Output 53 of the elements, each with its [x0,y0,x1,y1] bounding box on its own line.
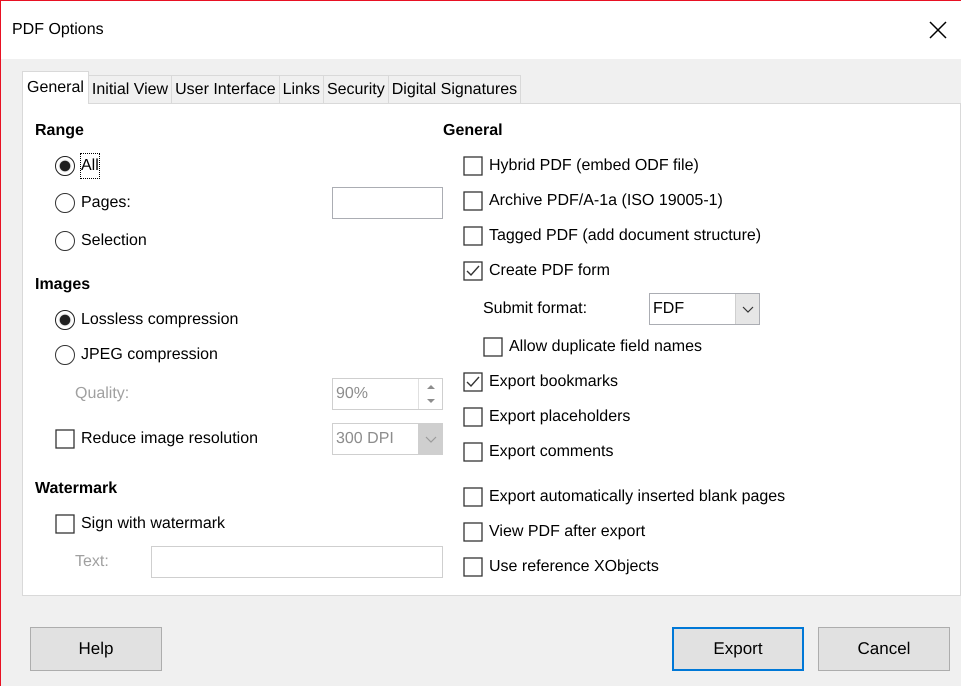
tab[interactable]: Digital Signatures [388,75,522,103]
radio-button[interactable] [55,156,75,176]
checkbox[interactable] [463,190,483,210]
checkbox[interactable] [463,486,483,506]
window-title: PDF Options [12,20,104,40]
checkbox-label[interactable]: Export automatically inserted blank pages [489,484,786,508]
section-heading: Images [35,275,92,295]
checkbox-label[interactable]: Export bookmarks [489,370,618,394]
checkbox-label[interactable]: Use reference XObjects [489,554,659,578]
field-value: 90% [336,384,368,404]
section-heading: Range [35,121,85,141]
checkbox-label[interactable]: View PDF after export [489,520,646,544]
checkbox-label[interactable]: Sign with watermark [81,512,226,536]
radio-button[interactable] [55,344,75,364]
dialog-button[interactable]: Cancel [818,627,950,671]
tab[interactable]: General [22,71,89,104]
checkbox-label[interactable]: Create PDF form [489,258,610,282]
checkbox-label[interactable]: Tagged PDF (add document structure) [489,224,762,248]
checkbox[interactable] [463,556,483,576]
checkbox[interactable] [463,260,483,280]
radio-button[interactable] [55,230,75,250]
radio-label[interactable]: Lossless compression [81,308,238,332]
pages-field[interactable] [332,187,443,219]
checkbox-label[interactable]: Allow duplicate field names [509,334,702,358]
radio-button[interactable] [55,193,75,213]
checkbox[interactable] [463,522,483,542]
field-label: Quality: [75,384,130,404]
checkbox-label[interactable]: Archive PDF/A-1a (ISO 19005-1) [489,188,723,212]
dialog-button[interactable]: Help [30,627,162,671]
radio-label[interactable]: Pages: [81,191,131,215]
chevron-down-icon[interactable] [740,304,754,314]
radio-label[interactable]: Selection [81,228,147,252]
field-value: FDF [653,298,684,318]
radio-button[interactable] [55,310,75,330]
checkbox-label[interactable]: Export placeholders [489,404,630,428]
field-label: Text: [75,552,109,572]
checkbox-label[interactable]: Hybrid PDF (embed ODF file) [489,154,699,178]
checkbox[interactable] [463,442,483,462]
checkbox[interactable] [55,514,75,534]
section-heading: General [443,121,504,141]
checkbox[interactable] [463,156,483,176]
radio-label[interactable]: JPEG compression [81,342,218,366]
checkbox[interactable] [463,372,483,392]
dialog-button[interactable]: Export [672,627,804,671]
radio-label[interactable]: All [81,154,99,178]
checkbox[interactable] [483,336,503,356]
checkbox-label[interactable]: Export comments [489,440,614,464]
format-dropdown[interactable]: FDF [649,292,760,324]
checkbox[interactable] [463,406,483,426]
section-heading: Watermark [35,479,118,499]
field-label: Submit format: [483,298,588,318]
checkbox[interactable] [463,226,483,246]
field-value: 300 DPI [336,429,394,449]
